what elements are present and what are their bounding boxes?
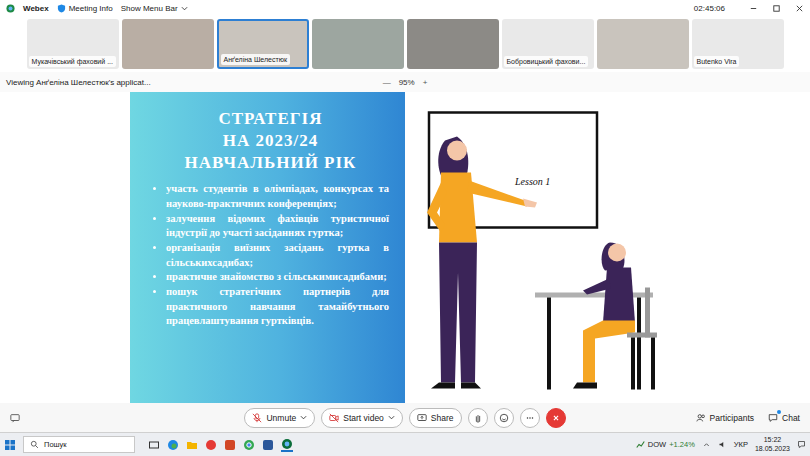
- slide-title-line: НА 2023/24: [152, 130, 389, 152]
- chevron-down-icon[interactable]: [300, 414, 307, 421]
- zoom-control: — 95% +: [383, 78, 428, 87]
- more-button[interactable]: [520, 408, 540, 428]
- clock[interactable]: 15:2218.05.2023: [755, 436, 790, 452]
- share-button[interactable]: Share: [409, 408, 462, 428]
- chevron-down-icon[interactable]: [388, 414, 395, 421]
- windows-taskbar: Пошук DOW+1.24% УКР 15:2218.05.2023: [0, 432, 810, 456]
- hand-icon: [473, 413, 483, 423]
- mic-off-icon: [252, 413, 262, 423]
- bullet-item: організація виїзних засідань гуртка в сі…: [166, 241, 389, 270]
- search-icon: [30, 440, 39, 449]
- task-view-icon[interactable]: [148, 439, 160, 451]
- folder-icon[interactable]: [186, 439, 198, 451]
- chat-button[interactable]: Chat: [768, 413, 800, 423]
- participant-tile[interactable]: [122, 19, 214, 69]
- clock-time: 15:22: [764, 436, 782, 444]
- notifications-icon[interactable]: [797, 440, 806, 449]
- stock-ticker[interactable]: DOW+1.24%: [636, 440, 695, 449]
- teacher-student-icon: Lesson 1: [405, 92, 680, 403]
- slide-title-line: НАВЧАЛЬНИЙ РІК: [152, 152, 389, 174]
- bullet-item: пошук стратегічних партнерів для практич…: [166, 285, 389, 329]
- app-title: Webex: [23, 4, 49, 13]
- smiley-icon: [499, 413, 509, 423]
- unread-dot: [777, 410, 781, 414]
- shield-icon: [57, 4, 66, 13]
- webex-logo-icon: [6, 4, 15, 13]
- more-icon: [525, 413, 535, 423]
- show-menu-bar-button[interactable]: Show Menu Bar: [121, 4, 188, 13]
- taskbar-search[interactable]: Пошук: [23, 436, 135, 453]
- slide-text-panel: СТРАТЕГІЯНА 2023/24НАВЧАЛЬНИЙ РІК участь …: [130, 92, 405, 403]
- zoom-in-button[interactable]: +: [423, 78, 428, 87]
- chat-icon: [768, 413, 778, 423]
- minimize-icon[interactable]: [749, 4, 758, 13]
- meeting-controls: Unmute Start video Share Participants Ch…: [0, 403, 810, 432]
- ticker-change: +1.24%: [669, 440, 695, 449]
- start-video-button[interactable]: Start video: [321, 408, 403, 428]
- participant-tile[interactable]: [597, 19, 689, 69]
- leave-button[interactable]: [546, 408, 566, 428]
- slide: СТРАТЕГІЯНА 2023/24НАВЧАЛЬНИЙ РІК участь …: [130, 92, 680, 403]
- chevron-down-icon: [181, 5, 188, 12]
- maximize-icon[interactable]: [772, 4, 781, 13]
- speaker-icon[interactable]: [718, 440, 727, 449]
- word-icon[interactable]: [262, 439, 274, 451]
- ticker-name: DOW: [648, 440, 666, 449]
- clock-date: 18.05.2023: [755, 445, 790, 453]
- participant-tile[interactable]: Мукачівський фаховий ...: [27, 19, 119, 69]
- participant-name: Бобровицький фахови...: [504, 56, 589, 67]
- chrome-icon[interactable]: [243, 439, 255, 451]
- chart-up-icon: [636, 440, 645, 449]
- bullet-item: участь студентів в олімпіадах, конкурсах…: [166, 182, 389, 211]
- participant-tile[interactable]: [407, 19, 499, 69]
- share-icon: [417, 413, 427, 423]
- yandex-icon[interactable]: [205, 439, 217, 451]
- webex-app-icon[interactable]: [281, 438, 293, 452]
- svg-text:Lesson 1: Lesson 1: [514, 176, 550, 187]
- zoom-out-button[interactable]: —: [383, 78, 391, 87]
- participant-tile[interactable]: Бобровицький фахови...: [502, 19, 594, 69]
- meeting-timer: 02:45:06: [694, 4, 725, 13]
- raise-hand-button[interactable]: [468, 408, 488, 428]
- tray-arrow-icon[interactable]: [702, 440, 711, 449]
- captions-icon[interactable]: [10, 413, 20, 423]
- bullet-item: залучення відомих фахівців туристичної і…: [166, 212, 389, 241]
- bullet-item: практичне знайомство з сільськимисадибам…: [166, 270, 389, 285]
- unmute-button[interactable]: Unmute: [244, 408, 315, 428]
- participant-tile[interactable]: Butenko Vira: [692, 19, 784, 69]
- participant-name: Анґеліна Шелестюк: [221, 54, 291, 65]
- participant-name: Мукачівський фаховий ...: [29, 56, 116, 67]
- participant-name: Butenko Vira: [694, 56, 740, 67]
- powerpoint-icon[interactable]: [224, 439, 236, 451]
- bullet-list: участь студентів в олімпіадах, конкурсах…: [152, 182, 389, 329]
- shared-content: СТРАТЕГІЯНА 2023/24НАВЧАЛЬНИЙ РІК участь …: [0, 92, 810, 403]
- language-indicator[interactable]: УКР: [734, 440, 748, 449]
- zoom-level: 95%: [399, 78, 415, 87]
- search-placeholder: Пошук: [44, 440, 67, 449]
- slide-illustration: Lesson 1: [405, 92, 680, 403]
- title-bar: Webex Meeting Info Show Menu Bar 02:45:06: [0, 0, 810, 16]
- webex-window: Webex Meeting Info Show Menu Bar 02:45:06…: [0, 0, 810, 456]
- close-icon[interactable]: [795, 4, 804, 13]
- edge-icon[interactable]: [167, 439, 179, 451]
- reactions-button[interactable]: [494, 408, 514, 428]
- meeting-info-button[interactable]: Meeting Info: [57, 4, 113, 13]
- x-icon: [551, 413, 561, 423]
- slide-title-line: СТРАТЕГІЯ: [152, 108, 389, 130]
- camera-off-icon: [329, 413, 339, 423]
- participant-strip: Мукачівський фаховий ... Анґеліна Шелестю…: [0, 16, 810, 72]
- participant-tile[interactable]: Анґеліна Шелестюк: [217, 19, 309, 69]
- slide-title: СТРАТЕГІЯНА 2023/24НАВЧАЛЬНИЙ РІК: [152, 108, 389, 174]
- people-icon: [696, 413, 706, 423]
- participants-button[interactable]: Participants: [696, 413, 754, 423]
- windows-logo-icon[interactable]: [4, 439, 16, 451]
- participant-tile[interactable]: [312, 19, 404, 69]
- share-info-bar: Viewing Анґеліна Шелестюк's applicat...—…: [0, 72, 810, 92]
- viewing-label: Viewing Анґеліна Шелестюк's applicat...: [6, 78, 383, 87]
